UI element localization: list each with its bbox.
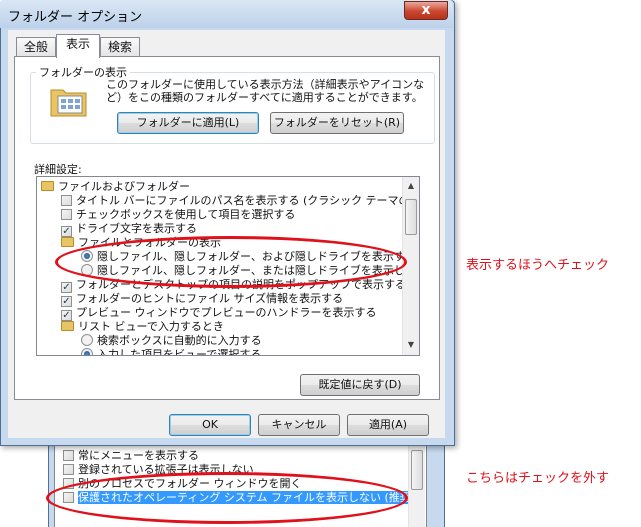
tree-row[interactable]: チェックボックスを使用して項目を選択する [61, 208, 295, 222]
scroll-down-arrow-icon[interactable]: ▼ [403, 337, 419, 353]
ok-button[interactable]: OK [169, 414, 251, 436]
radio[interactable] [81, 334, 93, 346]
restore-defaults-button[interactable]: 既定値に戻す(D) [300, 374, 420, 396]
tree-row-label: ドライブ文字を表示する [76, 222, 197, 235]
tree-row-label: タイトル バーにファイルのパス名を表示する (クラシック テーマのみ) [76, 194, 420, 207]
advanced-settings-label: 詳細設定: [34, 163, 82, 176]
checkbox[interactable] [61, 195, 72, 206]
highlight-ellipse-top [55, 236, 407, 288]
apply-button[interactable]: 適用(A) [347, 414, 429, 436]
tree-row[interactable]: リスト ビューで入力するとき [61, 320, 224, 334]
annotation-note-top: 表示するほうへチェック [466, 258, 610, 273]
tree-row-label: フォルダーのヒントにファイル サイズ情報を表示する [76, 292, 344, 305]
folder-icon [61, 321, 74, 331]
reset-folders-button[interactable]: フォルダーをリセット(R) [270, 112, 404, 134]
apply-to-folders-button[interactable]: フォルダーに適用(L) [117, 112, 259, 134]
tree-row[interactable]: ✓ ドライブ文字を表示する [61, 222, 197, 237]
tree-row-label: ファイルおよびフォルダー [58, 180, 190, 193]
tree-row[interactable]: ファイルおよびフォルダー [41, 180, 190, 194]
folder-icon [61, 237, 74, 247]
folder-views-description: このフォルダーに使用している表示方法（詳細表示やアイコンなど）をこの種類のフォル… [106, 78, 425, 104]
radio-selected[interactable] [81, 348, 93, 355]
checkbox[interactable] [61, 209, 72, 220]
scroll-up-arrow-icon[interactable]: ▲ [403, 178, 419, 194]
tree-row[interactable]: ✓ プレビュー ウィンドウでプレビューのハンドラーを表示する [61, 306, 377, 321]
folder-view-icon [49, 84, 89, 118]
tree-row[interactable]: タイトル バーにファイルのパス名を表示する (クラシック テーマのみ) [61, 194, 420, 208]
tree-row-label: リスト ビューで入力するとき [78, 320, 224, 333]
highlight-ellipse-bottom [46, 472, 408, 524]
cancel-button[interactable]: キャンセル [258, 414, 340, 436]
tree-row-label: 入力した項目をビューで選択する [97, 348, 262, 356]
tree-row-label: チェックボックスを使用して項目を選択する [76, 208, 296, 221]
folder-icon [41, 181, 54, 191]
annotation-note-bottom: こちらはチェックを外す [466, 471, 610, 486]
tree-row-label: プレビュー ウィンドウでプレビューのハンドラーを表示する [76, 306, 377, 319]
tree-row[interactable]: ✓ フォルダーのヒントにファイル サイズ情報を表示する [61, 292, 344, 307]
tree-row[interactable]: 入力した項目をビューで選択する [81, 348, 262, 356]
tree-row[interactable]: 検索ボックスに自動的に入力する [81, 334, 262, 348]
scroll-thumb[interactable] [405, 199, 417, 235]
tree-row-label: 検索ボックスに自動的に入力する [97, 334, 262, 347]
